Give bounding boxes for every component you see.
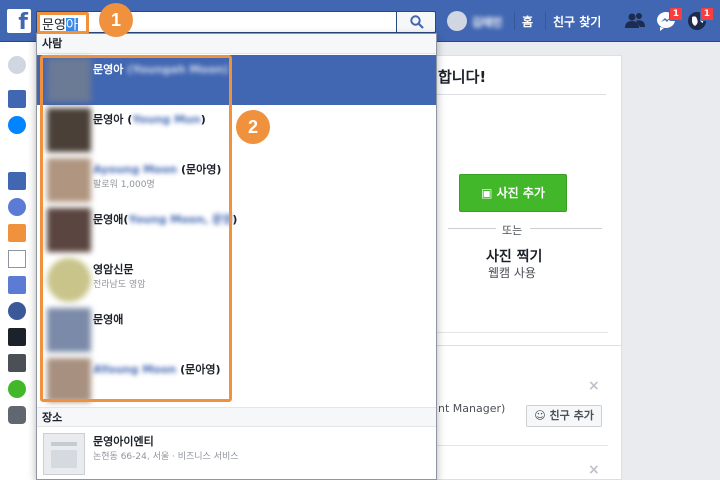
photo-icon: ▣	[481, 186, 493, 200]
add-photo-button[interactable]: ▣ 사진 추가	[459, 174, 567, 212]
search-button[interactable]	[396, 11, 436, 33]
or-text: 또는	[502, 224, 523, 237]
places-section-header: 장소	[37, 407, 436, 427]
suggestion-subtitle: nt Manager)	[438, 402, 506, 415]
step-1-marker: 1	[99, 3, 133, 37]
news-feed-icon[interactable]	[8, 90, 26, 108]
find-friends-link[interactable]: 친구 찾기	[553, 13, 601, 30]
dismiss-close-icon[interactable]: ×	[588, 462, 600, 478]
search-result-place[interactable]: 문영아이엔티 논현동 66-24, 서울 · 비즈니스 서비스	[37, 427, 436, 479]
take-photo-link[interactable]: 사진 찍기	[486, 246, 542, 266]
gamepad-icon[interactable]	[8, 406, 26, 424]
messenger-icon[interactable]	[8, 116, 26, 134]
messenger-icon[interactable]: 1	[656, 7, 683, 31]
search-input[interactable]: 문영아	[36, 11, 396, 33]
memories-icon[interactable]	[8, 302, 26, 320]
profile-avatar[interactable]	[447, 11, 467, 31]
welcome-heading: 합니다!	[438, 68, 487, 86]
friends-list-icon[interactable]	[8, 276, 26, 294]
facebook-logo-icon[interactable]: f	[7, 9, 31, 35]
people-section-header: 사람	[37, 34, 436, 54]
friend-requests-icon[interactable]	[624, 11, 646, 31]
use-webcam-text: 웹캠 사용	[488, 266, 536, 280]
profile-name-link[interactable]: 김태민	[472, 14, 502, 30]
live-video-icon[interactable]	[8, 328, 26, 346]
pages-icon[interactable]	[8, 172, 26, 190]
groups-icon[interactable]	[8, 198, 26, 216]
place-thumbnail-icon	[43, 433, 85, 475]
divider	[436, 445, 608, 446]
results-highlight-box	[40, 55, 232, 402]
step-2-marker: 2	[236, 110, 270, 144]
flag-icon[interactable]	[8, 224, 26, 242]
nav-divider	[545, 12, 546, 30]
search-icon	[410, 15, 424, 29]
add-friend-icon: ☺	[534, 409, 546, 422]
calendar-icon[interactable]	[8, 250, 26, 268]
home-link[interactable]: 홈	[522, 13, 533, 30]
games-grid-icon[interactable]	[8, 354, 26, 372]
notifications-globe-icon[interactable]: 1	[687, 7, 714, 31]
add-friend-button[interactable]: ☺ 친구 추가	[526, 405, 602, 427]
dismiss-close-icon[interactable]: ×	[588, 378, 600, 394]
divider	[530, 228, 602, 229]
recycle-icon[interactable]	[8, 380, 26, 398]
divider	[436, 94, 606, 95]
result-name: 문영아이엔티	[93, 435, 154, 448]
divider	[448, 228, 496, 229]
search-highlight-box	[37, 12, 89, 34]
divider	[436, 332, 608, 333]
result-subtitle: 논현동 66-24, 서울 · 비즈니스 서비스	[93, 452, 239, 462]
messages-badge: 1	[668, 7, 683, 21]
sidebar-avatar[interactable]	[8, 56, 26, 74]
notifications-badge: 1	[699, 7, 714, 21]
nav-divider	[514, 12, 515, 30]
left-sidebar	[0, 42, 40, 480]
